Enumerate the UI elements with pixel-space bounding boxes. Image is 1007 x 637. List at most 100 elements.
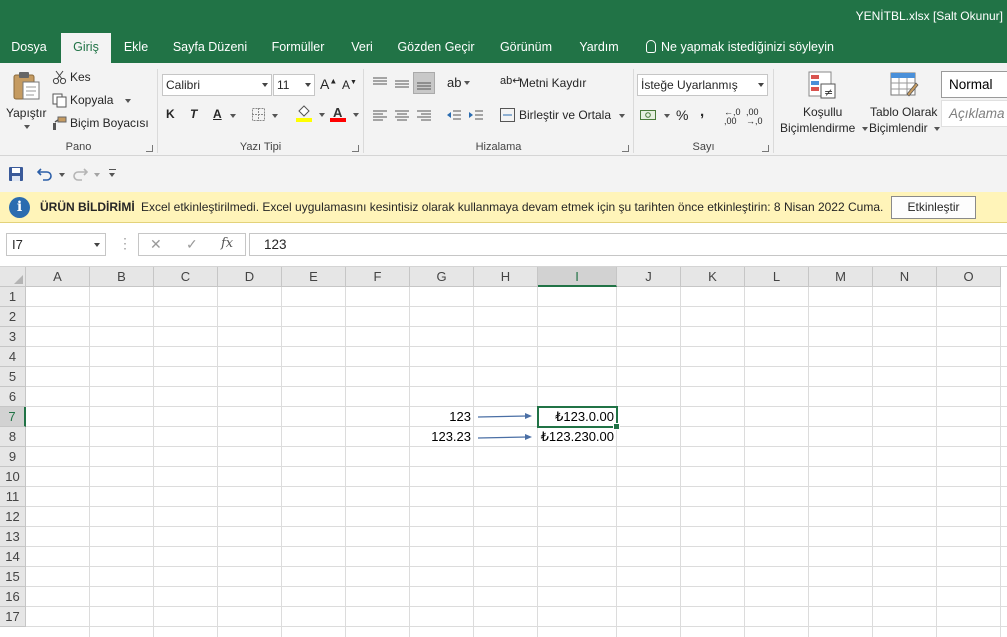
row-header-17[interactable]: 17 [0, 607, 26, 627]
column-header-g[interactable]: G [410, 267, 474, 287]
tab-home[interactable]: Giriş [61, 33, 111, 63]
worksheet-grid[interactable]: ABCDEFGHIJKLMNO 1 2 3 4 5 6 7 8 9 10 11 12 13 14 15 16 1… [0, 267, 1007, 637]
formula-input[interactable]: 123 [249, 233, 1007, 256]
conditional-formatting-button[interactable]: ≠ Koşullu Biçimlendirme [778, 69, 868, 139]
cell-g8[interactable]: 123.23 [410, 427, 474, 447]
cell-i8[interactable]: ₺123.230.00 [538, 427, 617, 447]
merge-center-button[interactable]: Birleştir ve Ortala [500, 107, 630, 125]
wrap-text-button[interactable]: ab↵ Metni Kaydır [500, 75, 620, 94]
number-format-select[interactable]: İsteğe Uyarlanmış [637, 74, 768, 96]
row-header-1[interactable]: 1 [0, 287, 26, 307]
arrow-shape-1[interactable] [477, 413, 532, 419]
tab-page-layout[interactable]: Sayfa Düzeni [166, 33, 254, 63]
column-header-f[interactable]: F [346, 267, 410, 287]
row-header-3[interactable]: 3 [0, 327, 26, 347]
comma-style-button[interactable]: , [700, 103, 704, 120]
column-header-d[interactable]: D [218, 267, 282, 287]
column-header-c[interactable]: C [154, 267, 218, 287]
orientation-button[interactable]: ab [447, 75, 471, 90]
row-header-12[interactable]: 12 [0, 507, 26, 527]
style-explanatory[interactable]: Açıklama [941, 100, 1007, 127]
percent-button[interactable]: % [676, 107, 688, 123]
increase-indent-icon[interactable] [468, 109, 484, 123]
row-header-9[interactable]: 9 [0, 447, 26, 467]
align-center-icon[interactable] [394, 109, 410, 123]
row-header-16[interactable]: 16 [0, 587, 26, 607]
column-header-m[interactable]: M [809, 267, 873, 287]
cancel-icon[interactable]: ✕ [150, 236, 162, 253]
row-header-8[interactable]: 8 [0, 427, 26, 447]
arrow-shape-2[interactable] [477, 434, 532, 440]
underline-button[interactable]: A [213, 107, 222, 121]
decrease-decimal-button[interactable]: ,00 →,0 [746, 108, 763, 126]
copy-button[interactable]: Kopyala [52, 93, 132, 111]
increase-decimal-button[interactable]: ←,0,00 [724, 108, 741, 126]
tab-view[interactable]: Görünüm [490, 33, 562, 63]
row-header-6[interactable]: 6 [0, 387, 26, 407]
underline-dropdown-icon[interactable] [230, 114, 236, 118]
align-bottom-button[interactable] [413, 72, 435, 94]
paste-button[interactable]: Yapıştır [4, 69, 48, 139]
tab-insert[interactable]: Ekle [114, 33, 158, 63]
column-header-b[interactable]: B [90, 267, 154, 287]
row-header-10[interactable]: 10 [0, 467, 26, 487]
align-left-icon[interactable] [372, 109, 388, 123]
font-name-select[interactable]: Calibri [162, 74, 272, 96]
undo-dropdown-icon[interactable] [59, 173, 65, 177]
tab-help[interactable]: Yardım [570, 33, 628, 63]
formula-bar-grip[interactable]: ⋮ [118, 235, 132, 252]
format-painter-button[interactable]: Biçim Boyacısı [52, 116, 152, 134]
column-header-o[interactable]: O [937, 267, 1001, 287]
borders-button[interactable] [252, 108, 282, 124]
currency-button[interactable] [640, 108, 670, 124]
redo-dropdown-icon[interactable] [94, 173, 100, 177]
select-all-button[interactable] [0, 267, 26, 287]
column-header-l[interactable]: L [745, 267, 809, 287]
italic-button[interactable]: T [190, 107, 197, 121]
customize-qat-icon[interactable] [109, 169, 117, 178]
align-middle-icon[interactable] [394, 76, 410, 90]
column-header-j[interactable]: J [617, 267, 681, 287]
row-header-15[interactable]: 15 [0, 567, 26, 587]
number-dialog-launcher[interactable] [762, 145, 769, 152]
insert-function-icon[interactable]: fx [221, 236, 233, 251]
row-header-2[interactable]: 2 [0, 307, 26, 327]
font-size-select[interactable]: 11 [273, 74, 315, 96]
column-header-h[interactable]: H [474, 267, 538, 287]
tab-review[interactable]: Gözden Geçir [390, 33, 482, 63]
row-header-4[interactable]: 4 [0, 347, 26, 367]
font-color-button[interactable]: A [330, 105, 360, 125]
row-header-7[interactable]: 7 [0, 407, 26, 427]
save-icon[interactable] [8, 166, 24, 182]
row-header-14[interactable]: 14 [0, 547, 26, 567]
name-box[interactable]: I7 [6, 233, 106, 256]
alignment-dialog-launcher[interactable] [622, 145, 629, 152]
increase-font-button[interactable]: A▲ [320, 76, 337, 92]
row-header-11[interactable]: 11 [0, 487, 26, 507]
row-header-5[interactable]: 5 [0, 367, 26, 387]
tell-me-search[interactable]: Ne yapmak istediğinizi söyleyin [646, 33, 834, 63]
column-header-e[interactable]: E [282, 267, 346, 287]
tab-data[interactable]: Veri [342, 33, 382, 63]
clipboard-dialog-launcher[interactable] [146, 145, 153, 152]
fill-color-button[interactable] [296, 105, 326, 125]
format-as-table-button[interactable]: Tablo Olarak Biçimlendir [868, 69, 940, 139]
undo-icon[interactable] [37, 167, 53, 181]
style-normal[interactable]: Normal [941, 71, 1007, 98]
tab-file[interactable]: Dosya [0, 33, 58, 63]
redo-icon[interactable] [72, 167, 88, 181]
column-header-n[interactable]: N [873, 267, 937, 287]
enter-icon[interactable]: ✓ [186, 236, 198, 253]
font-dialog-launcher[interactable] [352, 145, 359, 152]
column-header-i[interactable]: I [538, 267, 617, 287]
cut-button[interactable]: Kes [52, 70, 112, 88]
activate-button[interactable]: Etkinleştir [891, 196, 976, 219]
decrease-indent-icon[interactable] [446, 109, 462, 123]
bold-button[interactable]: K [166, 107, 175, 121]
column-header-a[interactable]: A [26, 267, 90, 287]
cell-g7[interactable]: 123 [410, 407, 474, 427]
column-header-k[interactable]: K [681, 267, 745, 287]
decrease-font-button[interactable]: A▼ [342, 78, 357, 92]
row-header-13[interactable]: 13 [0, 527, 26, 547]
align-right-icon[interactable] [416, 109, 432, 123]
